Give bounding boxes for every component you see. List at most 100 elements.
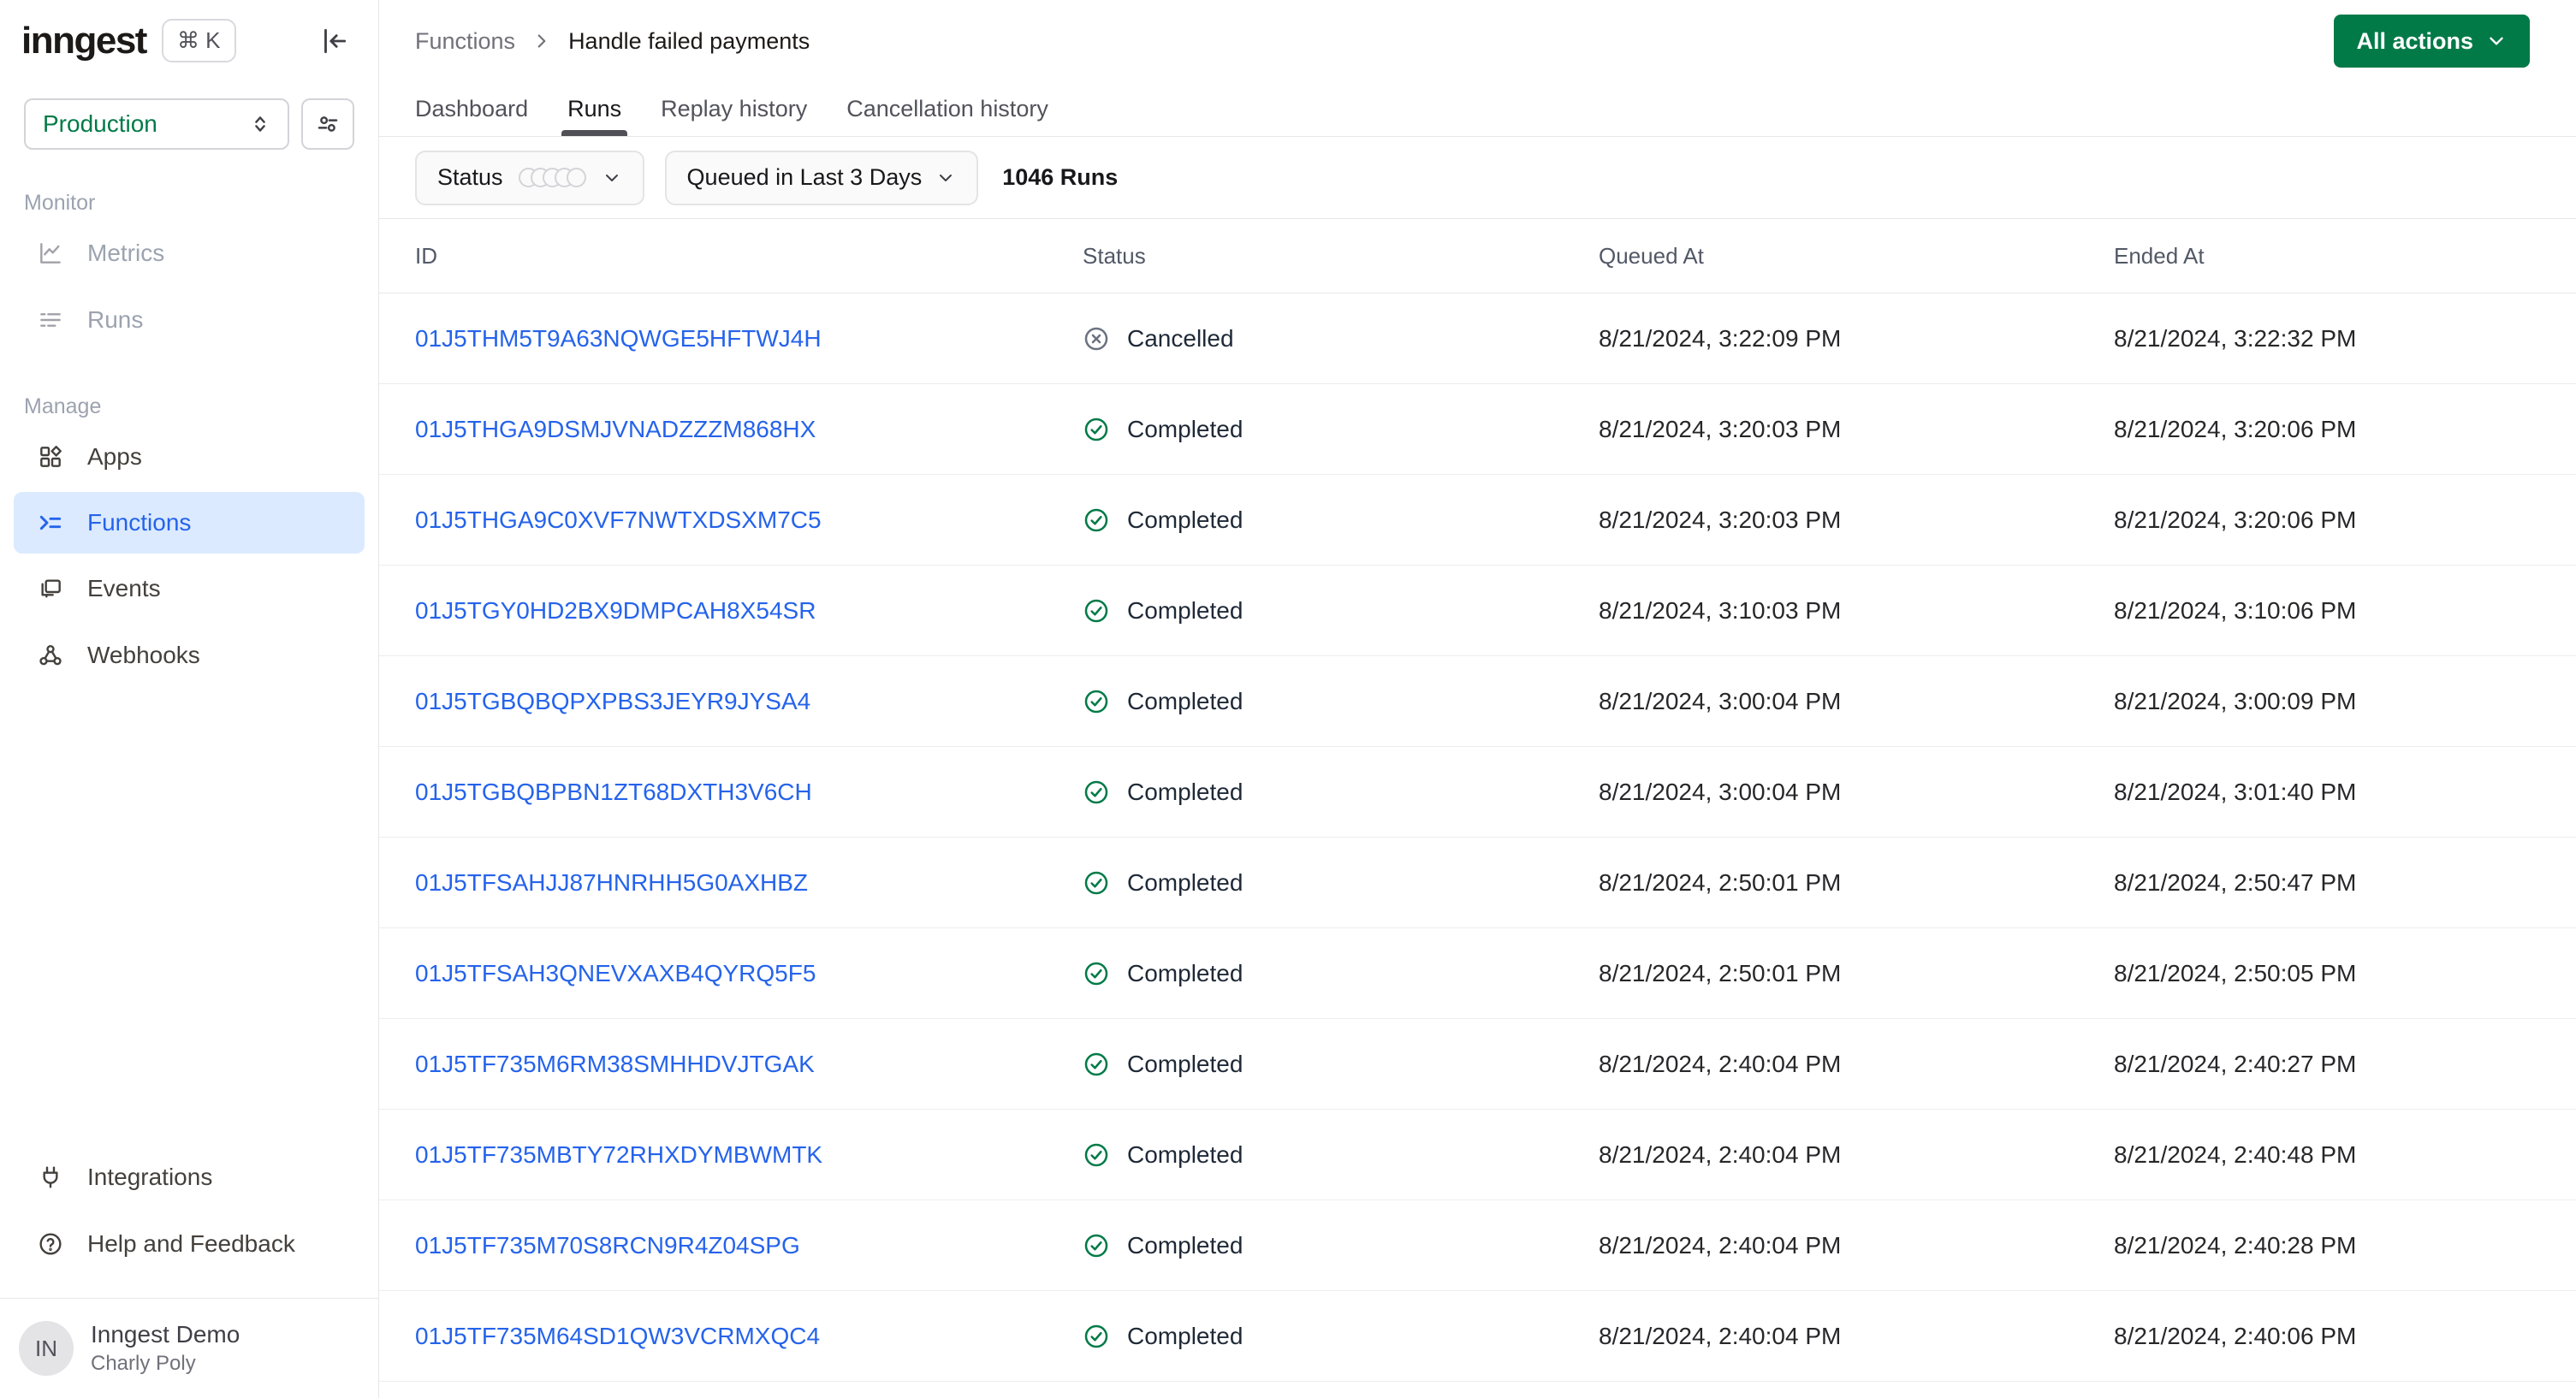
run-id-link[interactable]: 01J5TFSAHJJ87HNRHH5G0AXHBZ xyxy=(415,869,808,896)
table-row: 01J5TGY0HD2BX9DMPCAH8X54SR Completed 8/2… xyxy=(379,566,2576,656)
breadcrumb-functions-link[interactable]: Functions xyxy=(415,28,515,55)
table-row: 01J5TF735M70S8RCN9R4Z04SPG Completed 8/2… xyxy=(379,1200,2576,1291)
status-filter-label: Status xyxy=(437,164,503,190)
run-id-link[interactable]: 01J5TFSAH3QNEVXAXB4QYRQ5F5 xyxy=(415,960,816,986)
completed-icon xyxy=(1083,1323,1110,1350)
table-row: 01J5TF735M64SD1QW3VCRMXQC4 Completed 8/2… xyxy=(379,1291,2576,1382)
tab-dashboard[interactable]: Dashboard xyxy=(415,82,528,136)
run-id-cell: 01J5TFSAH3QNEVXAXB4QYRQ5F5 xyxy=(415,960,1083,987)
collapse-sidebar-button[interactable] xyxy=(315,22,353,60)
run-id-link[interactable]: 01J5TF735MBTY72RHXDYMBWMTK xyxy=(415,1141,822,1168)
sidebar-item-label: Webhooks xyxy=(87,642,200,668)
sidebar-item-events[interactable]: Events xyxy=(0,555,378,622)
all-actions-button[interactable]: All actions xyxy=(2334,15,2530,68)
run-ended-at: 8/21/2024, 3:00:09 PM xyxy=(2114,687,2357,714)
run-ended-at: 8/21/2024, 3:10:06 PM xyxy=(2114,596,2357,624)
sidebar-section-manage: Manage xyxy=(24,394,102,418)
run-id-link[interactable]: 01J5TF735M6RM38SMHHDVJTGAK xyxy=(415,1051,815,1077)
environment-settings-button[interactable] xyxy=(301,98,354,150)
table-row: 01J5TGBQBPBN1ZT68DXTH3V6CH Completed 8/2… xyxy=(379,747,2576,838)
sidebar-section-monitor: Monitor xyxy=(24,190,96,215)
command-k-shortcut-badge[interactable]: ⌘ K xyxy=(161,19,236,62)
run-status-cell: Completed xyxy=(1083,506,1599,534)
tab-runs[interactable]: Runs xyxy=(561,82,628,136)
events-windows-icon xyxy=(36,574,65,603)
run-status-label: Completed xyxy=(1127,868,1243,896)
completed-icon xyxy=(1083,960,1110,987)
sidebar-item-help[interactable]: Help and Feedback xyxy=(0,1211,378,1277)
run-id-link[interactable]: 01J5THM5T9A63NQWGE5HFTWJ4H xyxy=(415,325,822,352)
sidebar-item-apps[interactable]: Apps xyxy=(0,424,378,490)
run-status-label: Completed xyxy=(1127,1322,1243,1349)
run-queued-at: 8/21/2024, 2:50:01 PM xyxy=(1599,959,1842,986)
status-dots-icon xyxy=(518,168,586,187)
completed-icon xyxy=(1083,688,1110,715)
table-header: ID Status Queued At Ended At xyxy=(379,219,2576,293)
run-id-link[interactable]: 01J5TF735M64SD1QW3VCRMXQC4 xyxy=(415,1323,820,1349)
run-id-link[interactable]: 01J5THGA9C0XVF7NWTXDSXM7C5 xyxy=(415,506,822,533)
sidebar-item-webhooks[interactable]: Webhooks xyxy=(0,622,378,689)
breadcrumb: Functions Handle failed payments xyxy=(415,28,810,55)
plug-icon xyxy=(36,1163,65,1192)
completed-icon xyxy=(1083,779,1110,806)
run-status-label: Completed xyxy=(1127,596,1243,624)
sidebar-item-label: Functions xyxy=(87,509,192,536)
completed-icon xyxy=(1083,506,1110,534)
table-row: 01J5TFSAH3QNEVXAXB4QYRQ5F5 Completed 8/2… xyxy=(379,928,2576,1019)
run-queued-at: 8/21/2024, 2:40:04 PM xyxy=(1599,1231,1842,1259)
column-header-ended-at: Ended At xyxy=(2114,242,2205,269)
chevron-right-icon xyxy=(531,30,553,52)
column-header-status: Status xyxy=(1083,242,1146,269)
apps-grid-icon xyxy=(36,442,65,471)
time-range-filter-button[interactable]: Queued in Last 3 Days xyxy=(664,150,979,205)
app-window: inngest ⌘ K Production Monitor Metrics R… xyxy=(0,0,2576,1398)
run-id-link[interactable]: 01J5TGBQBPBN1ZT68DXTH3V6CH xyxy=(415,779,812,805)
run-ended-at: 8/21/2024, 3:20:06 PM xyxy=(2114,415,2357,442)
sidebar-item-integrations[interactable]: Integrations xyxy=(0,1144,378,1211)
help-circle-icon xyxy=(36,1229,65,1259)
run-status-label: Completed xyxy=(1127,1050,1243,1077)
run-status-cell: Completed xyxy=(1083,779,1599,806)
run-id-cell: 01J5THGA9C0XVF7NWTXDSXM7C5 xyxy=(415,506,1083,534)
completed-icon xyxy=(1083,1051,1110,1078)
run-id-link[interactable]: 01J5TF735M70S8RCN9R4Z04SPG xyxy=(415,1232,800,1259)
run-id-cell: 01J5TGBQBPBN1ZT68DXTH3V6CH xyxy=(415,779,1083,806)
runs-list-icon xyxy=(36,305,65,335)
sidebar-item-label: Help and Feedback xyxy=(87,1230,295,1257)
completed-icon xyxy=(1083,597,1110,625)
environment-row: Production xyxy=(24,98,354,150)
completed-icon xyxy=(1083,416,1110,443)
user-name: Charly Poly xyxy=(91,1352,196,1375)
run-status-label: Completed xyxy=(1127,1140,1243,1168)
sidebar-item-metrics[interactable]: Metrics xyxy=(0,220,378,287)
run-ended-at: 8/21/2024, 2:40:06 PM xyxy=(2114,1322,2357,1349)
completed-icon xyxy=(1083,869,1110,897)
environment-selector[interactable]: Production xyxy=(24,98,289,150)
collapse-sidebar-icon xyxy=(318,25,350,57)
run-id-link[interactable]: 01J5TGBQBQPXPBS3JEYR9JYSA4 xyxy=(415,688,810,714)
table-row: 01J5THGA9DSMJVNADZZZM868HX Completed 8/2… xyxy=(379,384,2576,475)
run-status-cell: Completed xyxy=(1083,688,1599,715)
run-status-cell: Cancelled xyxy=(1083,325,1599,352)
table-row: 01J5THM5T9A63NQWGE5HFTWJ4H Cancelled 8/2… xyxy=(379,293,2576,384)
tab-replay-history[interactable]: Replay history xyxy=(661,82,807,136)
run-id-cell: 01J5THM5T9A63NQWGE5HFTWJ4H xyxy=(415,325,1083,352)
tab-cancellation-history[interactable]: Cancellation history xyxy=(846,82,1048,136)
run-queued-at: 8/21/2024, 3:22:09 PM xyxy=(1599,324,1842,352)
sidebar: inngest ⌘ K Production Monitor Metrics R… xyxy=(0,0,379,1398)
run-queued-at: 8/21/2024, 3:00:04 PM xyxy=(1599,778,1842,805)
status-filter-button[interactable]: Status xyxy=(415,150,644,205)
run-status-label: Completed xyxy=(1127,778,1243,805)
chevron-down-icon xyxy=(935,168,956,188)
run-id-link[interactable]: 01J5TGY0HD2BX9DMPCAH8X54SR xyxy=(415,597,816,624)
run-status-cell: Completed xyxy=(1083,1323,1599,1350)
run-id-cell: 01J5TF735MBTY72RHXDYMBWMTK xyxy=(415,1141,1083,1169)
cancelled-icon xyxy=(1083,325,1110,352)
sliders-icon xyxy=(315,111,341,137)
user-account-button[interactable]: IN Inngest Demo Charly Poly xyxy=(0,1299,378,1398)
main-content: Functions Handle failed payments All act… xyxy=(379,0,2576,1398)
sidebar-item-functions[interactable]: Functions xyxy=(14,492,365,554)
run-id-link[interactable]: 01J5THGA9DSMJVNADZZZM868HX xyxy=(415,416,816,442)
run-status-label: Completed xyxy=(1127,1231,1243,1259)
sidebar-item-runs[interactable]: Runs xyxy=(0,287,378,353)
